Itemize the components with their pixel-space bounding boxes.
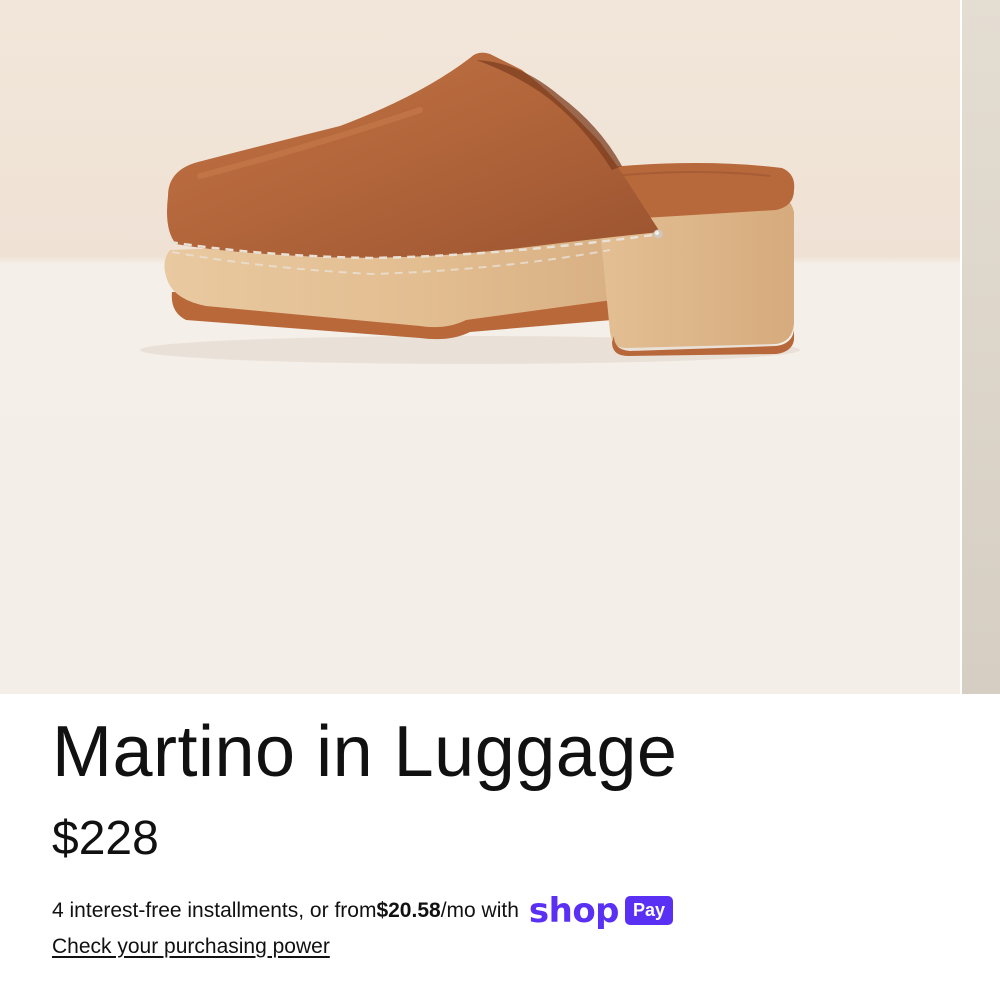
product-title: Martino in Luggage: [52, 712, 678, 792]
installments-amount: $20.58: [376, 898, 441, 922]
shop-pay-badge: Pay: [625, 896, 674, 925]
clog-shoe-icon: [0, 0, 962, 694]
shop-pay-logo: shop: [528, 890, 620, 931]
product-image-gallery[interactable]: [0, 0, 1000, 694]
product-image[interactable]: [0, 0, 962, 694]
installments-suffix: /mo with: [440, 898, 519, 922]
check-purchasing-power-link[interactable]: Check your purchasing power: [52, 934, 330, 960]
installments-message: 4 interest-free installments, or from $2…: [52, 890, 674, 931]
product-price: $228: [52, 812, 159, 865]
product-info: Martino in Luggage $228 4 interest-free …: [52, 708, 982, 958]
installments-prefix: 4 interest-free installments, or from: [52, 898, 377, 922]
next-image-peek[interactable]: [962, 0, 1000, 694]
